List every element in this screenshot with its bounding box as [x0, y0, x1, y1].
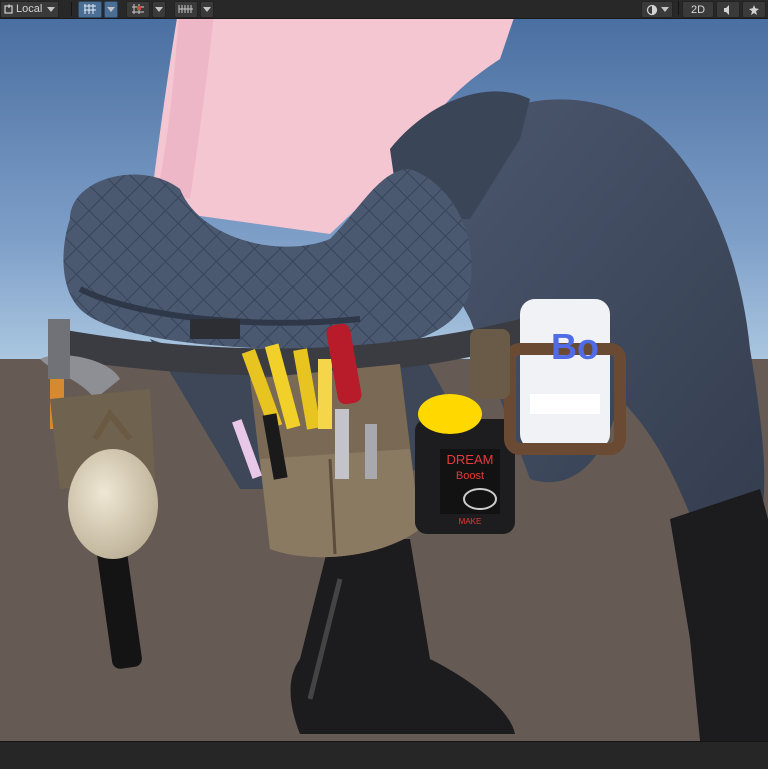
knee-pad — [470, 329, 510, 399]
ruler-grid-dropdown[interactable] — [200, 0, 215, 18]
chevron-down-icon — [203, 6, 212, 12]
pivot-mode-dropdown[interactable]: Local — [0, 0, 60, 18]
effects-button[interactable] — [742, 1, 766, 18]
local-handle-icon — [4, 4, 13, 14]
scene-render: DREAM Boost MAKE Bo — [0, 19, 768, 741]
can-label: Bo — [551, 326, 599, 367]
shading-mode-button[interactable] — [641, 1, 673, 18]
scene-viewport[interactable]: DREAM Boost MAKE Bo — [0, 19, 768, 741]
viewport-bottom-bar — [0, 741, 768, 769]
jar-label-line3: MAKE — [459, 517, 482, 526]
scene-view-toggles: 2D — [641, 1, 768, 18]
shading-mode-icon — [646, 4, 657, 15]
pivot-mode-label: Local — [16, 3, 43, 15]
grid-snap-button[interactable] — [78, 0, 103, 18]
increment-snap-button[interactable] — [126, 0, 151, 18]
toolbar-divider — [71, 2, 73, 16]
toolbar-divider — [678, 1, 679, 15]
jar-label-line2: Boost — [456, 470, 484, 482]
ruler-grid-button[interactable] — [174, 0, 199, 18]
chevron-down-icon — [47, 6, 56, 12]
scene-toolbar: Local 2D — [0, 0, 768, 19]
grid-snap-icon — [84, 4, 97, 14]
can: Bo — [504, 299, 626, 455]
sand-bag — [68, 449, 158, 559]
grid-snap-dropdown[interactable] — [104, 0, 119, 18]
audio-toggle-button[interactable] — [716, 1, 740, 18]
chevron-down-icon — [107, 6, 116, 12]
ruler-grid-icon — [178, 5, 194, 13]
audio-toggle-icon — [724, 4, 729, 15]
2d-toggle[interactable]: 2D — [682, 1, 714, 18]
effects-icon — [749, 4, 759, 15]
jar-label-line1: DREAM — [447, 452, 494, 467]
increment-snap-dropdown[interactable] — [152, 0, 167, 18]
increment-snap-icon — [132, 4, 145, 14]
chevron-down-icon — [660, 7, 669, 12]
belt-loop — [190, 319, 240, 339]
chevron-down-icon — [155, 6, 164, 12]
